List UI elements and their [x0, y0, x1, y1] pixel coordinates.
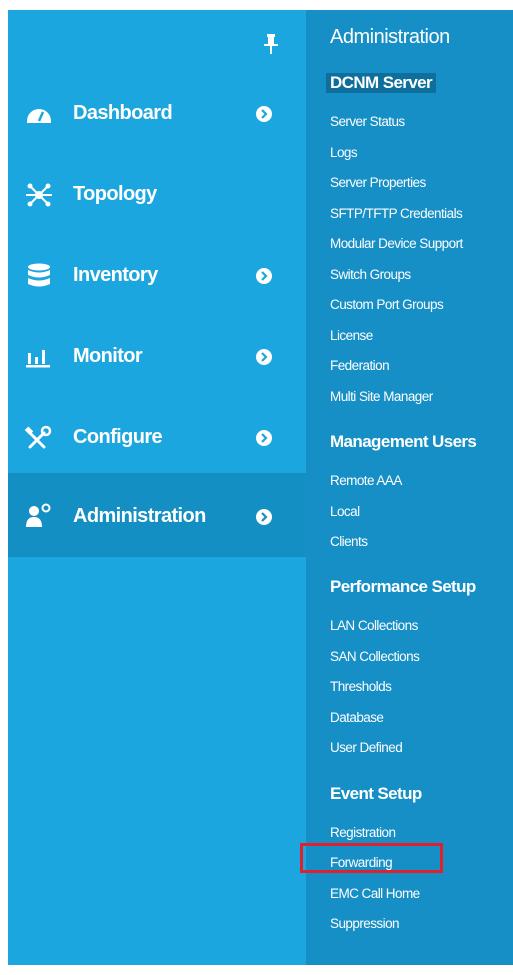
- submenu-item-server-status[interactable]: Server Status: [330, 114, 405, 129]
- chevron-right-icon: [256, 430, 272, 446]
- bar-chart-icon: [26, 350, 50, 368]
- submenu-item-multi-site-manager[interactable]: Multi Site Manager: [330, 389, 433, 404]
- section-heading-event-setup: Event Setup: [330, 784, 422, 803]
- submenu-item-san-collections[interactable]: SAN Collections: [330, 649, 420, 664]
- nav-item-inventory[interactable]: Inventory: [8, 239, 306, 313]
- dashboard-icon: [27, 109, 51, 123]
- section-heading-performance-setup: Performance Setup: [330, 577, 476, 596]
- nav-label: Configure: [73, 426, 163, 448]
- nav-item-configure[interactable]: Configure: [8, 401, 306, 475]
- nav-item-monitor[interactable]: Monitor: [8, 320, 306, 394]
- submenu-item-suppression[interactable]: Suppression: [330, 916, 400, 931]
- forwarding-highlight-box: [300, 843, 443, 873]
- topology-icon: [26, 183, 52, 207]
- submenu-title: Administration: [330, 26, 450, 48]
- submenu-item-switch-groups[interactable]: Switch Groups: [330, 267, 411, 282]
- chevron-right-icon: [256, 349, 272, 365]
- chevron-right-icon: [256, 106, 272, 122]
- submenu-item-user-defined[interactable]: User Defined: [330, 740, 403, 755]
- nav-item-topology[interactable]: Topology: [8, 158, 306, 232]
- nav-item-administration[interactable]: Administration: [8, 473, 306, 557]
- submenu-item-modular-device-support[interactable]: Modular Device Support: [330, 236, 463, 251]
- submenu-item-lan-collections[interactable]: LAN Collections: [330, 618, 418, 633]
- nav-label: Inventory: [73, 264, 158, 286]
- nav-label: Administration: [73, 505, 206, 527]
- pin-icon[interactable]: [262, 33, 280, 55]
- submenu-item-logs[interactable]: Logs: [330, 145, 358, 160]
- section-heading-dcnm-server: DCNM Server: [326, 73, 437, 93]
- submenu-item-license[interactable]: License: [330, 328, 373, 343]
- administration-submenu: Administration DCNM Server Server Status…: [306, 10, 513, 965]
- nav-item-dashboard[interactable]: Dashboard: [8, 77, 306, 151]
- submenu-item-emc-call-home[interactable]: EMC Call Home: [330, 886, 420, 901]
- nav-label: Topology: [73, 183, 157, 205]
- submenu-item-server-properties[interactable]: Server Properties: [330, 175, 426, 190]
- admin-user-icon: [26, 503, 51, 527]
- submenu-item-sftp-tftp-credentials[interactable]: SFTP/TFTP Credentials: [330, 206, 463, 221]
- section-heading-management-users: Management Users: [330, 432, 477, 451]
- submenu-item-clients[interactable]: Clients: [330, 534, 368, 549]
- database-icon: [28, 263, 50, 287]
- tools-icon: [24, 425, 52, 449]
- nav-label: Dashboard: [73, 102, 173, 124]
- nav-label: Monitor: [73, 345, 143, 367]
- chevron-right-icon: [256, 509, 272, 525]
- submenu-item-database[interactable]: Database: [330, 710, 384, 725]
- submenu-item-local[interactable]: Local: [330, 504, 360, 519]
- navigation-frame: Dashboard Topology Inventory Monitor Con…: [8, 10, 513, 965]
- submenu-item-remote-aaa[interactable]: Remote AAA: [330, 473, 402, 488]
- submenu-item-thresholds[interactable]: Thresholds: [330, 679, 392, 694]
- submenu-item-custom-port-groups[interactable]: Custom Port Groups: [330, 297, 444, 312]
- chevron-right-icon: [256, 268, 272, 284]
- submenu-item-federation[interactable]: Federation: [330, 358, 390, 373]
- submenu-item-registration[interactable]: Registration: [330, 825, 396, 840]
- left-nav: Dashboard Topology Inventory Monitor Con…: [8, 10, 306, 965]
